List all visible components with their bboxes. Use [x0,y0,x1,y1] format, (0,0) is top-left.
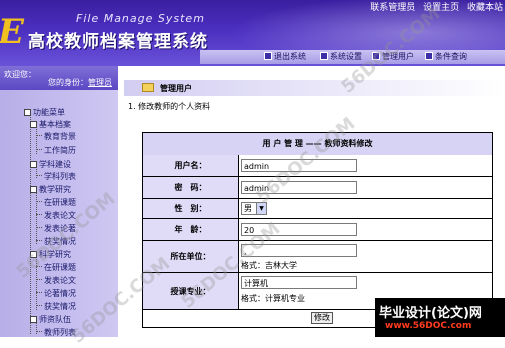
settings-icon [320,52,328,60]
nav-manage-users[interactable]: 管理用户 [372,51,414,62]
major-label: 授课专业： [143,273,239,309]
sidebar: 欢迎您： 您的身份：管理员 功能菜单 基本档案 教育背景 工作简历 学科建设 学… [0,66,118,337]
password-cell: admin [239,177,492,198]
password-input[interactable]: admin [241,181,357,194]
breadcrumb: 1. 修改教师的个人资料 [128,102,211,111]
welcome-bar: 欢迎您： 您的身份：管理员 [0,66,118,90]
age-label: 年 龄： [143,219,239,240]
password-label: 密 码： [143,177,239,198]
nav-settings-label: 系统设置 [330,52,362,61]
tree-item-research-books[interactable]: 论著情况 [36,288,76,299]
section-title: 管理用户 [160,84,192,93]
app-title: 高校教师档案管理系统 [28,32,208,52]
major-hint: 格式：计算机专业 [241,294,305,303]
tree-item-faculty[interactable]: 师资队伍 [30,314,71,325]
tree-item-teaching-projects[interactable]: 在研课题 [36,197,76,208]
tree-connector [30,112,31,334]
username-label: 用户名： [143,155,239,176]
username-input[interactable]: admin [241,159,357,172]
gender-value: 男 [244,204,252,213]
banner-url: www.56DOC.com [385,321,472,331]
age-cell: 20 [239,219,492,240]
tree-item-discipline-list[interactable]: 学科列表 [36,171,76,182]
major-input[interactable]: 计算机 [241,276,357,289]
nav-query[interactable]: 条件查询 [425,51,467,62]
unit-hint: 格式：吉林大学 [241,261,297,270]
gender-label: 性 别： [143,199,239,218]
unit-input[interactable]: , [241,244,357,257]
tree-item-discipline[interactable]: 学科建设 [30,159,71,170]
age-input[interactable]: 20 [241,223,357,236]
site-banner[interactable]: 毕业设计(论文)网 www.56DOC.com [375,298,505,337]
logout-icon [264,52,272,60]
username-cell: admin [239,155,492,176]
logo-icon: E [0,12,24,52]
top-nav: 退出系统 系统设置 管理用户 条件查询 [200,50,505,64]
age-row: 年 龄： 20 [143,219,492,241]
nav-logout[interactable]: 退出系统 [264,51,306,62]
tree-item-research-papers[interactable]: 发表论文 [36,275,76,286]
folder-icon [142,83,154,92]
query-icon [425,52,433,60]
banner-title: 毕业设计(论文)网 [379,306,482,321]
form-title: 用 户 管 理 —— 教师资料修改 [143,133,492,156]
role-value[interactable]: 管理员 [88,78,112,87]
bookmark-link[interactable]: 收藏本站 [467,3,503,13]
unit-label: 所在单位： [143,241,239,272]
tree-item-basic-archive[interactable]: 基本档案 [30,119,71,130]
chevron-down-icon: ▼ [256,203,266,214]
set-homepage-link[interactable]: 设置主页 [423,3,459,13]
users-icon [372,52,380,60]
unit-cell: , 格式：吉林大学 [239,241,492,272]
unit-row: 所在单位： , 格式：吉林大学 [143,241,492,273]
gender-row: 性 别： 男 ▼ [143,199,492,219]
nav-settings[interactable]: 系统设置 [320,51,362,62]
gender-select[interactable]: 男 ▼ [241,202,267,215]
tree-item-research-projects[interactable]: 在研课题 [36,262,76,273]
tree-item-teacher-list[interactable]: 教师列表 [36,327,76,338]
tree-item-education[interactable]: 教育背景 [36,131,76,142]
app-header: E File Manage System 高校教师档案管理系统 联系管理员 设置… [0,0,505,66]
tree-item-menu[interactable]: 功能菜单 [24,107,65,118]
role-label: 您的身份： [48,78,88,87]
nav-query-label: 条件查询 [435,52,467,61]
nav-manage-users-label: 管理用户 [382,52,414,61]
username-row: 用户名： admin [143,155,492,177]
submit-button[interactable]: 修改 [311,312,333,324]
tree-item-teaching[interactable]: 教学研究 [30,184,71,195]
tree-item-teaching-books[interactable]: 发表论著 [36,223,76,234]
tree-item-research-awards[interactable]: 获奖情况 [36,301,76,312]
section-header: 管理用户 [124,80,505,96]
tree-item-teaching-awards[interactable]: 获奖情况 [36,236,76,247]
gender-cell: 男 ▼ [239,199,492,218]
top-links: 联系管理员 设置主页 收藏本站 [365,0,503,13]
nav-logout-label: 退出系统 [274,52,306,61]
welcome-text: 欢迎您： [4,70,36,79]
tree-item-teaching-papers[interactable]: 发表论文 [36,210,76,221]
contact-admin-link[interactable]: 联系管理员 [370,3,415,13]
password-row: 密 码： admin [143,177,492,199]
user-role: 您的身份：管理员 [48,77,112,88]
tree-item-research[interactable]: 科学研究 [30,249,71,260]
tree-item-work-history[interactable]: 工作简历 [36,145,76,156]
app-subtitle: File Manage System [76,12,205,25]
